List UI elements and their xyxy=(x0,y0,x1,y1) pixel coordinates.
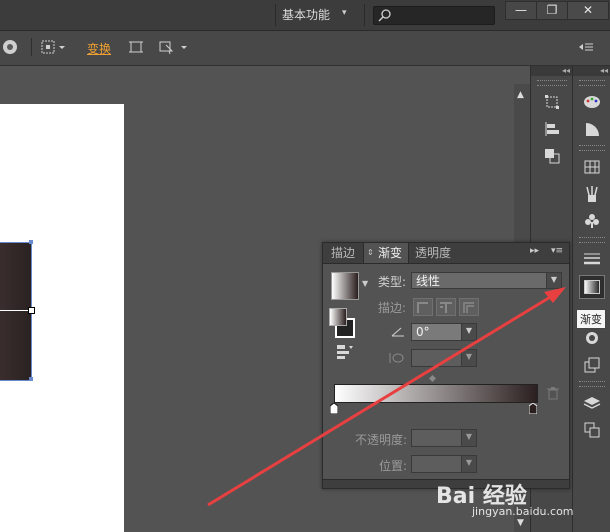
baidu-watermark-url: jingyan.baidu.com xyxy=(472,505,574,518)
annotation-arrow xyxy=(207,287,566,507)
